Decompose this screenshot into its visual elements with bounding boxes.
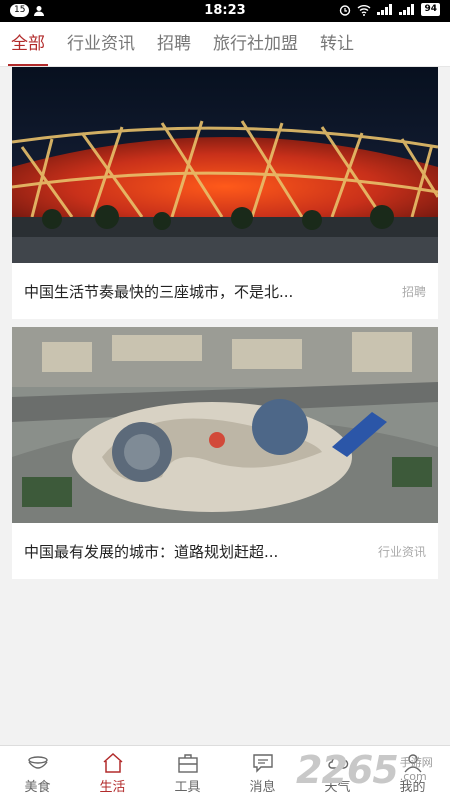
article-card[interactable]: 中国生活节奏最快的三座城市，不是北... 招聘 xyxy=(12,67,438,319)
article-category: 招聘 xyxy=(401,284,426,299)
tab-all[interactable]: 全部 xyxy=(0,22,56,66)
nav-label: 美食 xyxy=(24,780,51,795)
nav-label: 消息 xyxy=(249,780,276,795)
weather-icon xyxy=(327,756,348,769)
nav-food[interactable]: 美食 xyxy=(0,746,75,801)
stadium-night-photo[interactable] xyxy=(12,67,438,263)
toolbox-icon xyxy=(177,754,198,773)
tab-transfer[interactable]: 转让 xyxy=(309,22,365,66)
nav-label: 工具 xyxy=(174,780,201,795)
food-bowl-icon xyxy=(27,756,48,769)
nav-label: 生活 xyxy=(99,780,126,795)
battery-level: 94 xyxy=(421,3,440,16)
article-title[interactable]: 中国生活节奏最快的三座城市，不是北... xyxy=(24,281,293,302)
profile-icon xyxy=(403,754,422,773)
signal-icon xyxy=(377,4,393,15)
alarm-icon xyxy=(340,4,351,16)
city-square-aerial-photo[interactable] xyxy=(12,327,438,523)
bottom-navigation: 美食 生活 工具 消息 天气 我的 xyxy=(0,745,450,801)
wifi-icon xyxy=(358,4,371,16)
signal-icon-2 xyxy=(399,4,415,15)
nav-label: 我的 xyxy=(399,780,426,795)
article-card[interactable]: 中国最有发展的城市：道路规划赶超... 行业资讯 xyxy=(12,327,438,579)
tab-travel-agency-franchise[interactable]: 旅行社加盟 xyxy=(202,22,309,66)
tab-recruitment[interactable]: 招聘 xyxy=(146,22,202,66)
home-icon xyxy=(103,752,122,773)
nav-messages[interactable]: 消息 xyxy=(225,746,300,801)
nav-mine[interactable]: 我的 xyxy=(375,746,450,801)
article-title[interactable]: 中国最有发展的城市：道路规划赶超... xyxy=(24,541,278,562)
tab-industry-news[interactable]: 行业资讯 xyxy=(56,22,146,66)
category-tabs: 全部 行业资讯 招聘 旅行社加盟 转让 xyxy=(0,22,450,67)
article-category: 行业资讯 xyxy=(377,544,426,559)
nav-label: 天气 xyxy=(324,780,351,795)
nav-life[interactable]: 生活 xyxy=(75,746,150,801)
article-feed: 中国生活节奏最快的三座城市，不是北... 招聘 中国最有发展的城市：道路规划赶超… xyxy=(12,67,438,587)
message-icon xyxy=(252,754,273,773)
nav-tools[interactable]: 工具 xyxy=(150,746,225,801)
nav-weather[interactable]: 天气 xyxy=(300,746,375,801)
status-bar: 15 18:23 94 xyxy=(0,0,450,22)
